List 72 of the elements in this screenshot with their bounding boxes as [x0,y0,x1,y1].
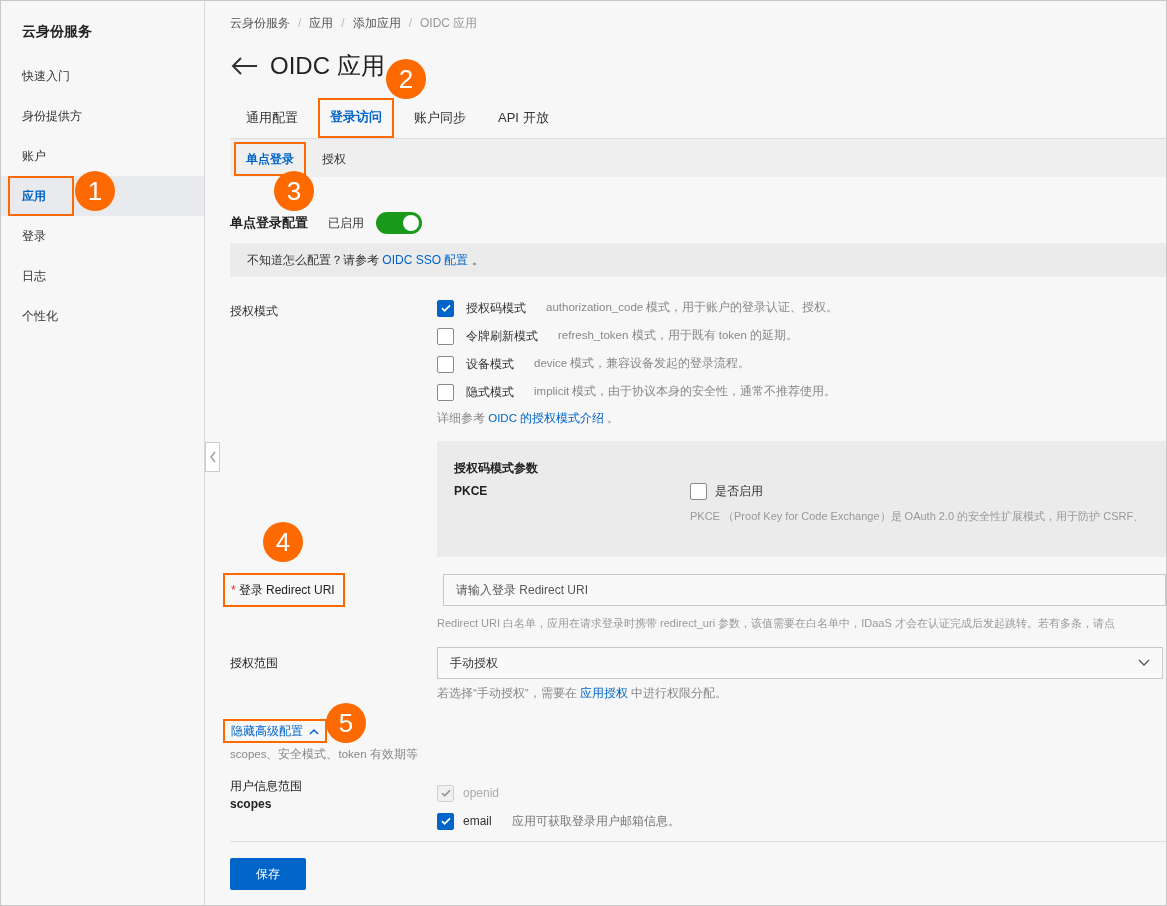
check-icon [439,787,452,800]
collapse-handle[interactable] [205,442,220,472]
check-icon [439,302,452,314]
select-field[interactable]: 手动授权 [437,646,1163,679]
sidebar-title: 云身份服务 [21,22,93,41]
field-label: 用户信息范围 [230,778,303,796]
link[interactable]: 应用授权 [579,686,628,699]
sidebar-item[interactable]: 账户 [22,136,46,176]
help-text: 若选择“手动授权”，需要在 应用授权 中进行权限分配。 [437,685,729,701]
option-description: device 模式，兼容设备发起的登录流程。 [534,356,751,372]
callout-number: 4 [263,522,303,562]
required-mark: * [231,582,236,600]
checkbox-label: openid [463,785,500,803]
tab[interactable]: 通用配置 [234,98,310,138]
checkbox-label: 授权码模式 [466,300,526,317]
breadcrumb-separator: / [408,15,413,32]
breadcrumb-item[interactable]: 添加应用 [352,14,401,32]
field-label: 登录 Redirect URI [238,582,335,600]
checkbox-label: 设备模式 [466,356,514,373]
breadcrumb-separator: / [298,15,302,32]
tab[interactable]: API 开放 [486,98,561,138]
link[interactable]: OIDC SSO 配置 [382,253,469,267]
checkbox[interactable] [437,355,454,373]
checkbox[interactable] [437,812,454,830]
back-arrow-icon[interactable] [230,56,258,76]
callout-number: 2 [386,59,426,99]
breadcrumb-item: OIDC 应用 [420,15,478,32]
sidebar-item[interactable]: 日志 [22,256,46,296]
breadcrumb-item[interactable]: 应用 [309,14,334,32]
help-text: 详细参考 OIDC 的授权模式介绍 。 [437,411,621,426]
toggle-switch[interactable] [376,212,422,234]
info-text: 不知道怎么配置？请参考 OIDC SSO 配置 。 [247,252,484,269]
checkbox[interactable] [690,482,707,500]
sidebar-item[interactable]: 登录 [22,216,46,256]
toggle-link[interactable]: 隐藏高级配置 [223,719,327,743]
check-icon [439,815,452,828]
section-title: 单点登录配置 [230,214,309,233]
option-description: authorization_code 模式，用于账户的登录认证、授权。 [546,300,839,316]
help-text: scopes、安全模式、token 有效期等 [230,747,419,762]
checkbox-label: email [463,813,492,831]
save-button[interactable]: 保存 [230,858,306,891]
checkbox[interactable] [437,383,454,401]
option-description: 应用可获取登录用户邮箱信息。 [511,813,680,831]
sidebar-item[interactable]: 身份提供方 [22,96,82,136]
tab[interactable]: 登录访问 [318,98,394,138]
checkbox-label: 是否启用 [715,483,763,501]
checkbox-label: 隐式模式 [466,384,514,401]
sidebar-item[interactable]: 快速入门 [22,56,70,96]
sidebar-item[interactable]: 个性化 [22,296,58,336]
checkbox-label: 令牌刷新模式 [466,328,538,345]
toggle-label: 已启用 [328,215,364,232]
field-label: scopes [230,796,273,814]
help-text: PKCE （Proof Key for Code Exchange）是 OAuth 2.0 的安全性扩展模式，用于防护 CSRF、 [690,509,1146,525]
option-description: refresh_token 模式，用于既有 token 的延期。 [558,328,799,344]
page-title: OIDC 应用 [270,51,385,81]
panel-title: 授权码模式参数 [454,460,539,477]
sidebar-item[interactable]: 应用 [8,176,74,216]
checkbox[interactable] [437,327,454,345]
tab[interactable]: 账户同步 [402,98,478,138]
caret-down-icon [1138,658,1150,667]
checkbox[interactable] [437,299,454,317]
breadcrumb-item[interactable]: 云身份服务 [230,14,290,32]
field-label: 授权范围 [230,654,279,672]
option-description: implicit 模式，由于协议本身的安全性，通常不推荐使用。 [534,384,837,400]
input-field[interactable]: 请输入登录 Redirect URI [443,574,1166,607]
callout-number: 3 [274,171,314,211]
chevron-up-icon [309,727,319,735]
help-text: Redirect URI 白名单，应用在请求登录时携带 redirect_uri 参数，该值需要在白名单中，IDaaS 才会在认证完成后发起跳转。若有多条，请点 [437,616,1116,632]
link[interactable]: OIDC 的授权模式介绍 [488,412,605,424]
field-label: PKCE [454,483,489,501]
breadcrumb-separator: / [341,15,345,32]
callout-number: 5 [326,703,366,743]
